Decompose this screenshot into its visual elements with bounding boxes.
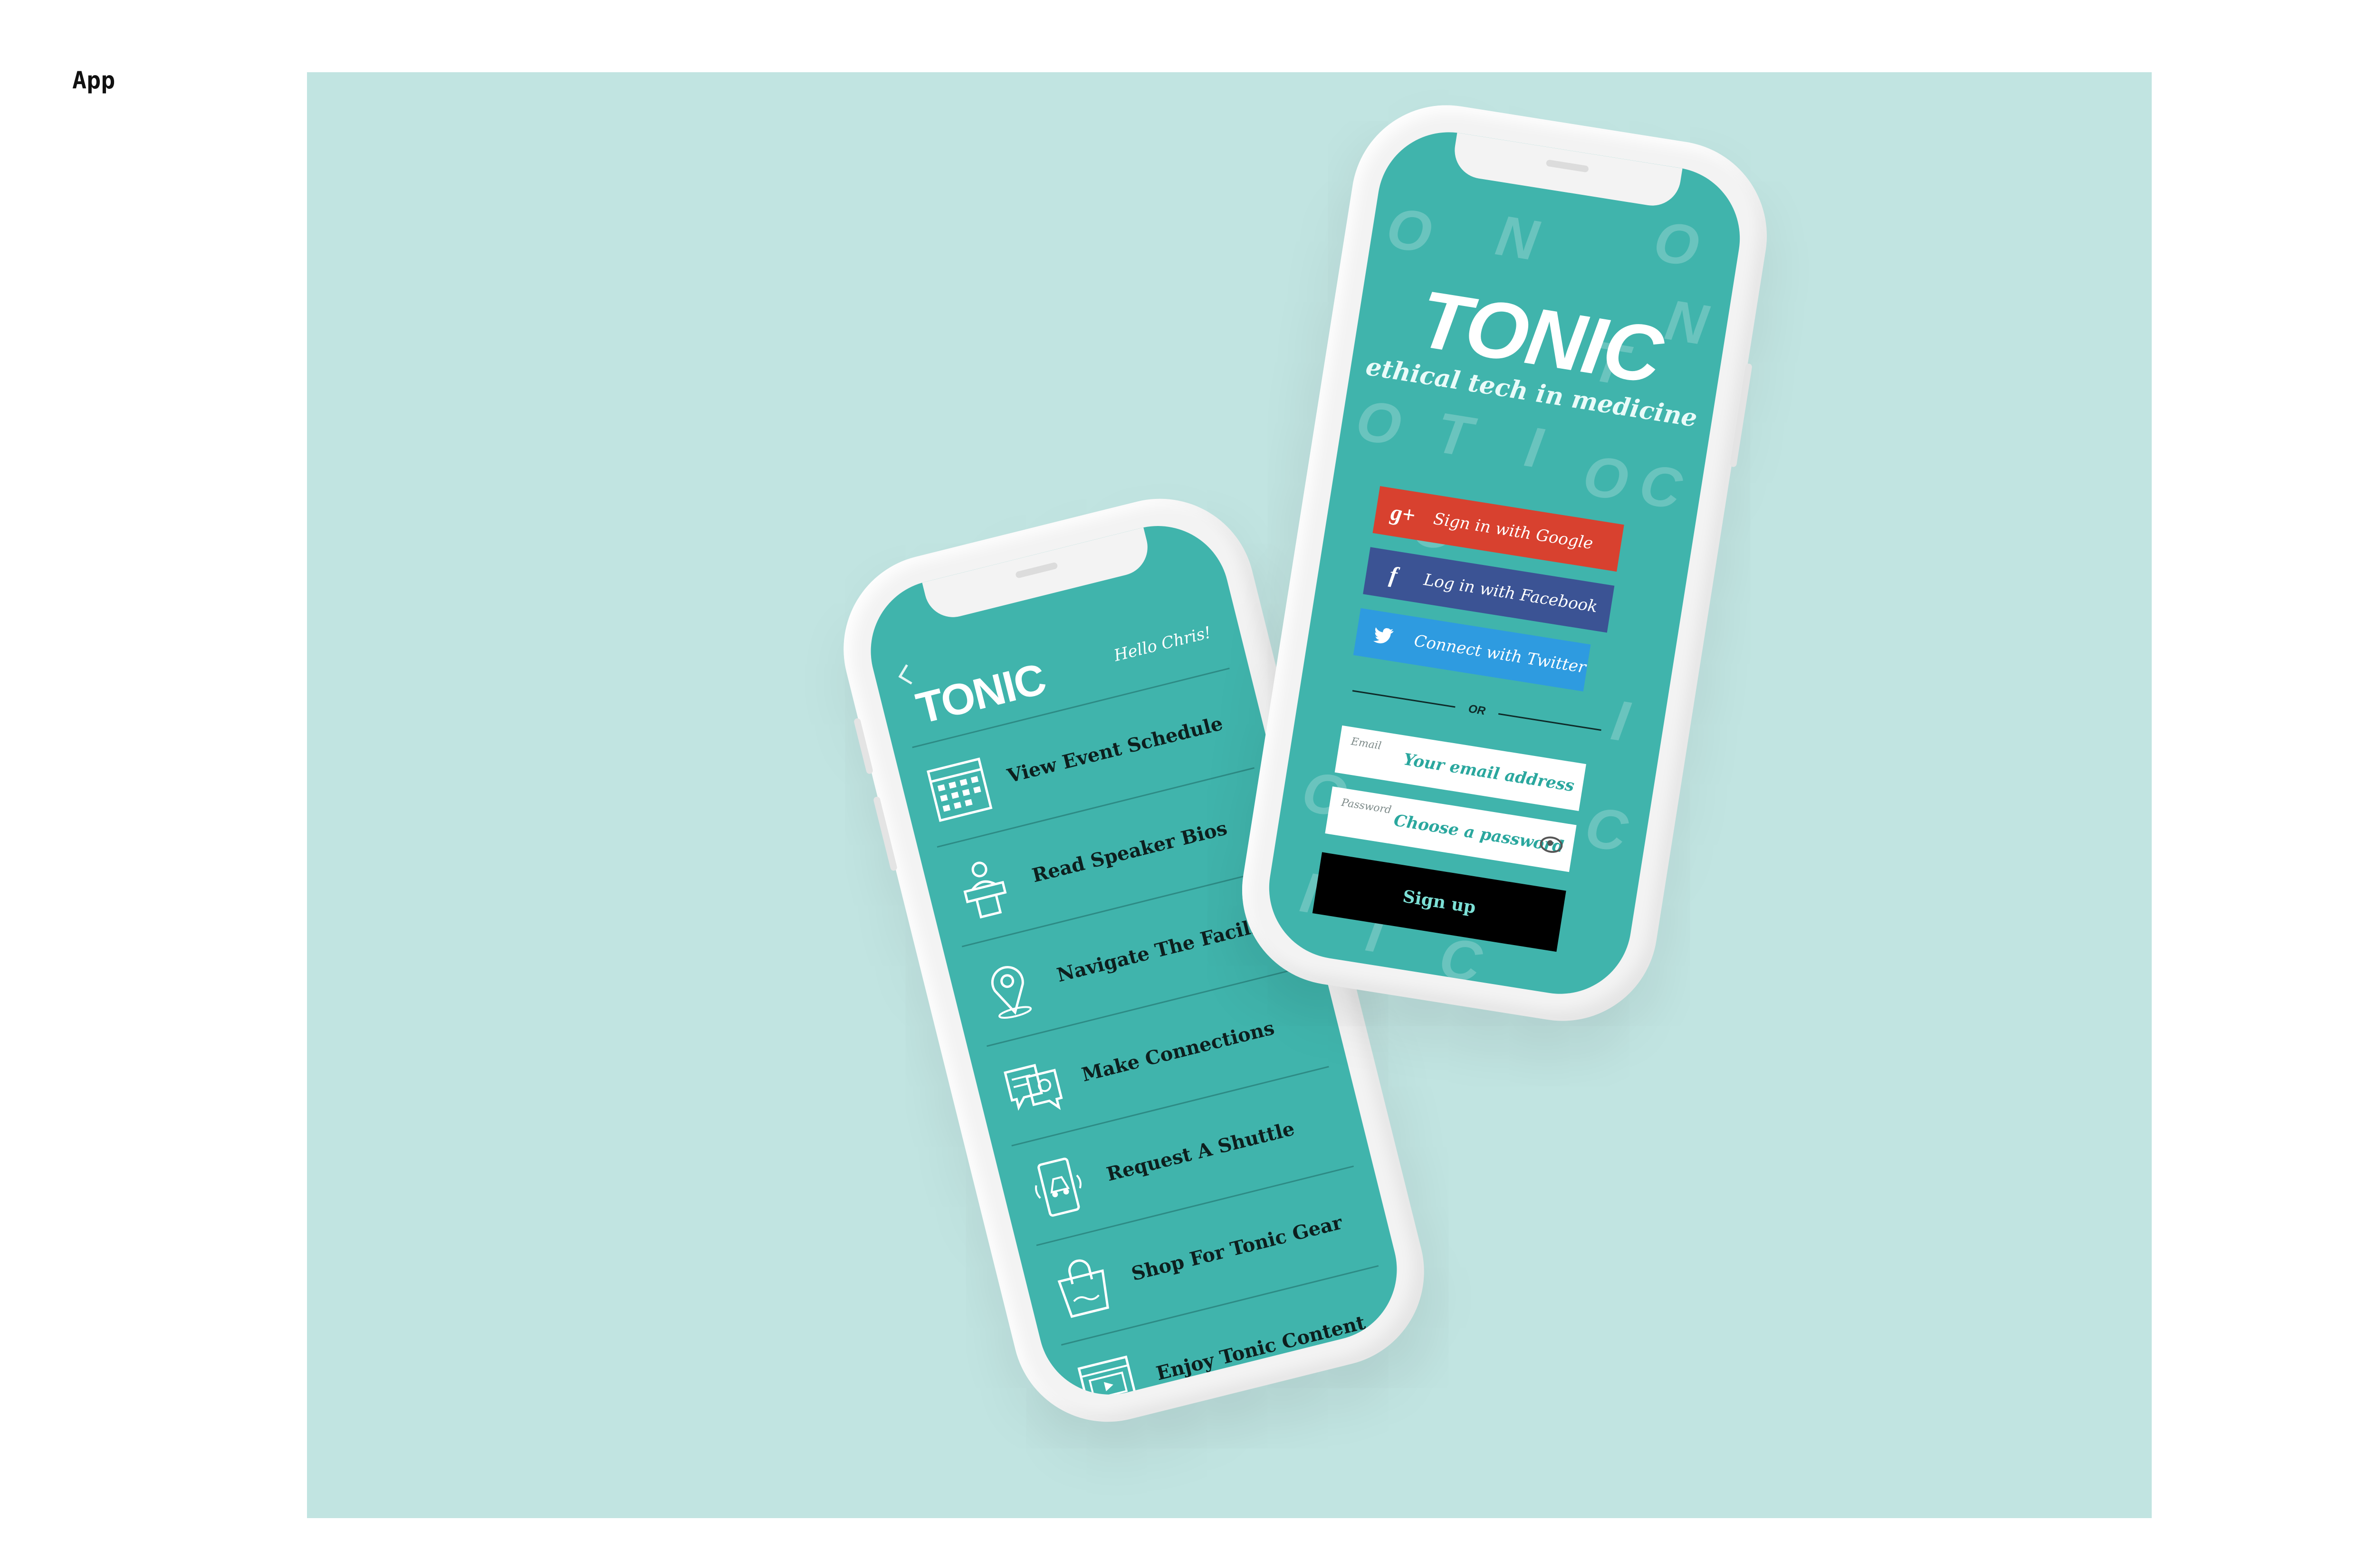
menu-item-label: Navigate The Facility bbox=[1054, 910, 1279, 987]
menu-item-label: Shop For Tonic Gear bbox=[1129, 1211, 1345, 1285]
speaker-podium-icon bbox=[941, 845, 1027, 931]
facebook-icon: f bbox=[1388, 562, 1399, 588]
page-label: App bbox=[72, 67, 115, 94]
password-label: Password bbox=[1340, 796, 1392, 816]
calendar-icon bbox=[916, 746, 1003, 832]
signup-label: Sign up bbox=[1401, 886, 1477, 918]
phone-side-button bbox=[1729, 363, 1753, 468]
shopping-bag-icon bbox=[1040, 1243, 1127, 1330]
shuttle-phone-icon bbox=[1016, 1144, 1102, 1230]
mockup-stage: TONIC Hello Chris! View Event Schedule R… bbox=[307, 72, 2152, 1518]
or-label: OR bbox=[1467, 702, 1486, 718]
chat-profile-icon bbox=[991, 1044, 1077, 1130]
phone-side-button bbox=[872, 796, 898, 871]
map-pin-icon bbox=[966, 945, 1052, 1031]
menu-item-label: Make Connections bbox=[1079, 1016, 1277, 1086]
menu-item-label: Enjoy Tonic Content bbox=[1154, 1311, 1368, 1385]
video-content-icon bbox=[1065, 1343, 1151, 1410]
twitter-bird-icon bbox=[1365, 617, 1403, 655]
google-plus-icon: g+ bbox=[1389, 499, 1418, 528]
login-screen: O N O N T O T I O C O I O C I T C T N TO… bbox=[1259, 122, 1750, 1004]
phone-side-button bbox=[853, 717, 874, 775]
back-chevron-icon[interactable] bbox=[898, 664, 919, 685]
phone-notch bbox=[922, 527, 1154, 623]
menu-item-label: Read Speaker Bios bbox=[1030, 817, 1230, 887]
greeting-text: Hello Chris! bbox=[1112, 622, 1213, 666]
email-label: Email bbox=[1350, 736, 1382, 753]
menu-item-label: View Event Schedule bbox=[1005, 712, 1225, 788]
login-phone: O N O N T O T I O C O I O C I T C T N TO… bbox=[1228, 91, 1781, 1035]
menu-item-label: Request A Shuttle bbox=[1104, 1117, 1297, 1186]
